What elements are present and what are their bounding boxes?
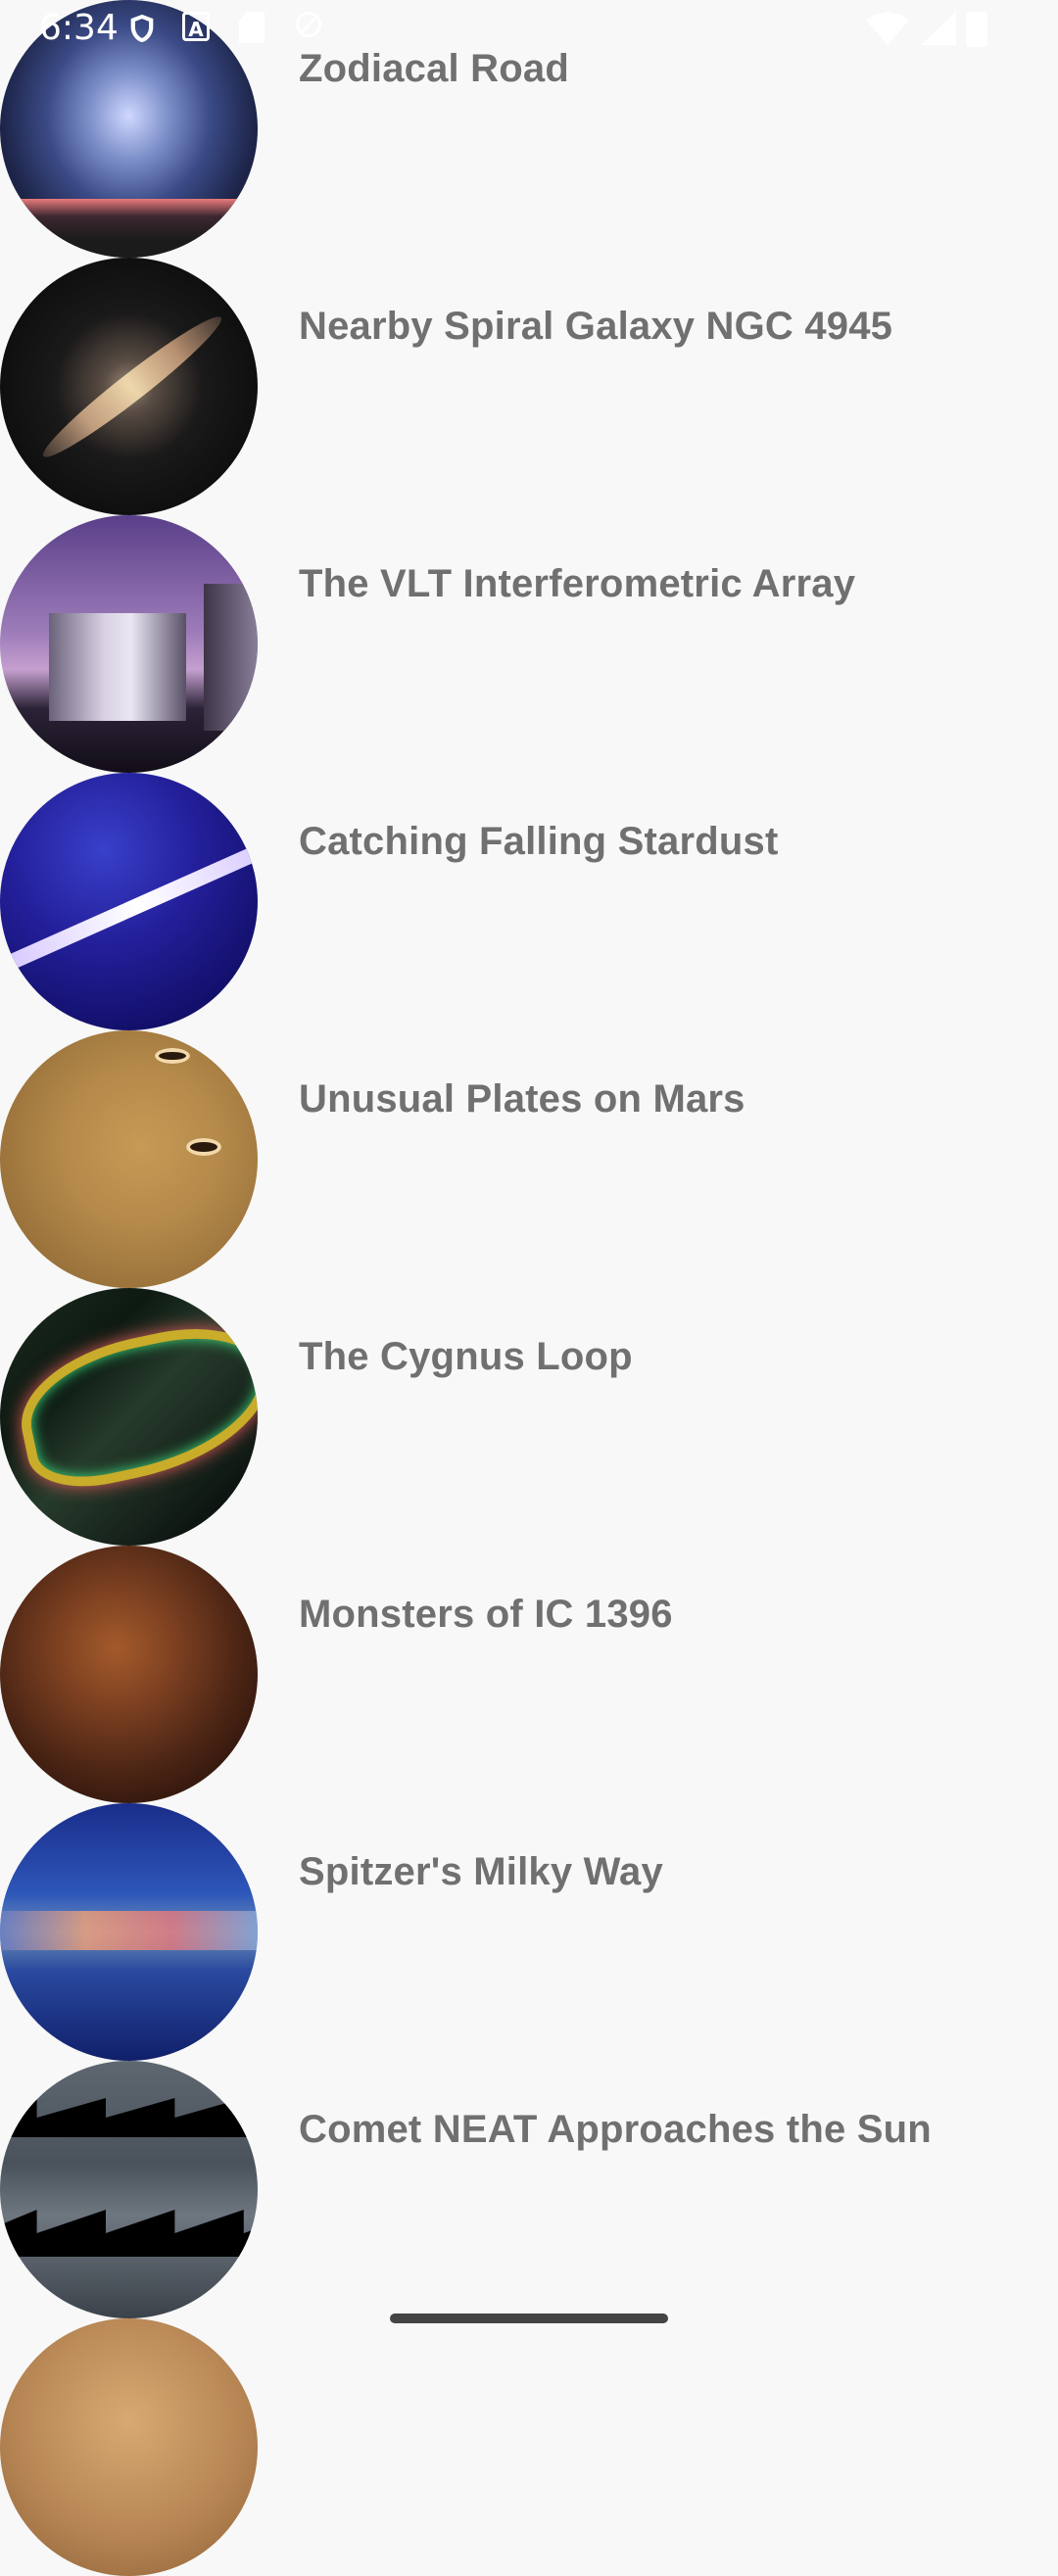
list-item[interactable]: Monsters of IC 1396 xyxy=(0,1546,1058,1803)
battery-icon xyxy=(966,12,987,47)
item-title: Spitzer's Milky Way xyxy=(299,1850,663,1893)
item-title: Monsters of IC 1396 xyxy=(299,1593,673,1636)
item-title: Catching Falling Stardust xyxy=(299,820,779,863)
list-item[interactable]: Catching Falling Stardust xyxy=(0,773,1058,1030)
thumbnail xyxy=(0,258,258,515)
status-bar: 6:34 A xyxy=(0,0,1058,63)
list-item[interactable]: The VLT Interferometric Array xyxy=(0,515,1058,773)
thumbnail xyxy=(0,1288,258,1546)
item-title: Nearby Spiral Galaxy NGC 4945 xyxy=(299,305,893,348)
list-item[interactable]: The Cygnus Loop xyxy=(0,1288,1058,1546)
dnd-icon xyxy=(296,12,321,37)
list-item[interactable] xyxy=(0,2318,1058,2576)
item-title: Unusual Plates on Mars xyxy=(299,1077,745,1121)
list-item[interactable]: Comet NEAT Approaches the Sun xyxy=(0,2061,1058,2318)
list-item[interactable]: Spitzer's Milky Way xyxy=(0,1803,1058,2061)
thumbnail xyxy=(0,773,258,1030)
thumbnail xyxy=(0,1030,258,1288)
status-time: 6:34 xyxy=(39,8,119,48)
item-title: The VLT Interferometric Array xyxy=(299,562,856,605)
thumbnail xyxy=(0,1803,258,2061)
thumbnail xyxy=(0,2061,258,2318)
sd-card-icon xyxy=(239,12,264,43)
item-title: Comet NEAT Approaches the Sun xyxy=(299,2108,932,2151)
list-item[interactable]: Unusual Plates on Mars xyxy=(0,1030,1058,1288)
shield-icon xyxy=(125,12,159,45)
list-item[interactable]: Nearby Spiral Galaxy NGC 4945 xyxy=(0,258,1058,515)
thumbnail xyxy=(0,1546,258,1803)
a-icon: A xyxy=(182,12,210,41)
wifi-icon xyxy=(866,12,909,45)
thumbnail xyxy=(0,515,258,773)
gesture-nav-handle[interactable] xyxy=(390,2314,668,2323)
item-title: The Cygnus Loop xyxy=(299,1335,633,1378)
cell-signal-icon xyxy=(921,12,956,45)
thumbnail xyxy=(0,2318,258,2576)
